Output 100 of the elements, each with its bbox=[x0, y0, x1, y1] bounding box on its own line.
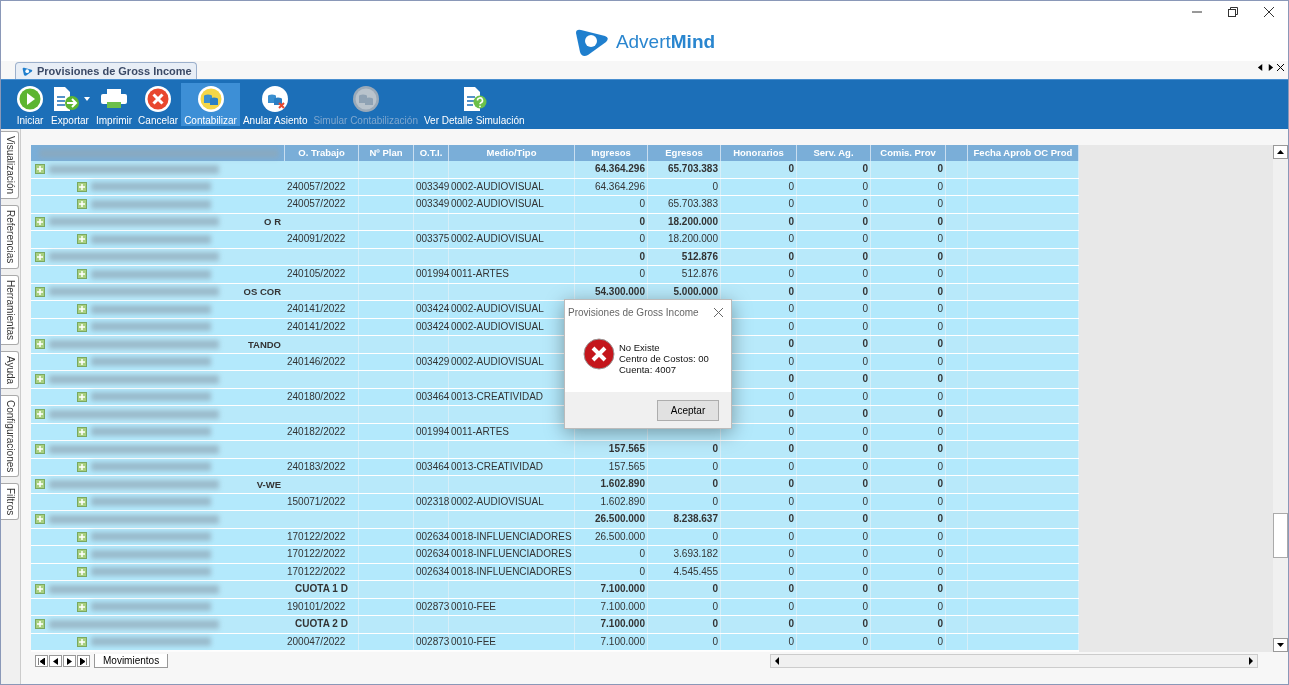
table-cell: 0011-ARTES bbox=[449, 266, 575, 283]
scroll-right-icon[interactable] bbox=[1267, 64, 1274, 71]
scrollbar-thumb[interactable] bbox=[1273, 513, 1288, 558]
expand-icon[interactable] bbox=[35, 409, 45, 420]
expand-icon[interactable] bbox=[77, 636, 87, 647]
expand-icon[interactable] bbox=[77, 531, 87, 542]
document-tab[interactable]: Provisiones de Gross Income bbox=[15, 62, 197, 79]
expand-icon[interactable] bbox=[77, 321, 87, 332]
toolbar-button[interactable]: Cancelar bbox=[135, 83, 182, 126]
table-cell: 0 bbox=[871, 406, 946, 423]
table-cell: 0 bbox=[871, 528, 946, 545]
previous-page-button[interactable] bbox=[49, 655, 62, 667]
expand-icon[interactable] bbox=[35, 286, 45, 297]
side-tab[interactable]: Filtros bbox=[1, 483, 19, 521]
accept-button[interactable]: Aceptar bbox=[657, 399, 719, 421]
expand-icon[interactable] bbox=[77, 566, 87, 577]
expand-icon[interactable] bbox=[35, 216, 45, 227]
table-cell: 0 bbox=[871, 301, 946, 318]
table-row[interactable]: V-WE 1.602.890 0 0 0 0 bbox=[31, 476, 1079, 494]
table-cell: 0 bbox=[648, 581, 721, 598]
expand-icon[interactable] bbox=[35, 164, 45, 175]
expand-icon[interactable] bbox=[35, 374, 45, 385]
table-cell: 26.500.000 bbox=[575, 528, 648, 545]
table-cell: 002873 bbox=[414, 598, 449, 615]
caret-icon[interactable] bbox=[84, 97, 90, 101]
table-cell: 170122/2022 bbox=[285, 546, 359, 563]
close-icon[interactable] bbox=[1277, 64, 1284, 71]
table-row[interactable]: CUOTA 2 D 7.100.000 0 0 0 0 bbox=[31, 616, 1079, 634]
toolbar-button[interactable]: Ver Detalle Simulación bbox=[420, 83, 528, 126]
expand-icon[interactable] bbox=[77, 304, 87, 315]
table-cell: 0 bbox=[648, 441, 721, 458]
table-cell: 0 bbox=[721, 493, 797, 510]
table-cell: 0 bbox=[797, 231, 871, 248]
table-row[interactable]: 240091/2022 003375 0002-AUDIOVISUAL 0 18.200.000 0 0 0 bbox=[31, 231, 1079, 249]
toolbar-button[interactable]: Iniciar bbox=[13, 83, 47, 126]
expand-icon[interactable] bbox=[35, 584, 45, 595]
expand-icon[interactable] bbox=[77, 356, 87, 367]
toolbar-button[interactable]: Imprimir bbox=[93, 83, 136, 126]
expand-icon[interactable] bbox=[77, 199, 87, 210]
side-tab[interactable]: Configuraciones bbox=[1, 394, 19, 478]
expand-icon[interactable] bbox=[77, 601, 87, 612]
table-cell: 0 bbox=[797, 423, 871, 440]
expand-icon[interactable] bbox=[77, 496, 87, 507]
table-cell: 0 bbox=[797, 598, 871, 615]
table-cell: 26.500.000 bbox=[575, 511, 648, 528]
table-cell: 0 bbox=[721, 511, 797, 528]
table-cell: 0 bbox=[871, 161, 946, 178]
toolbar-button[interactable]: Exportar bbox=[47, 83, 93, 126]
expand-icon[interactable] bbox=[77, 234, 87, 245]
scroll-up-icon[interactable] bbox=[1273, 145, 1288, 159]
expand-icon[interactable] bbox=[35, 514, 45, 525]
table-cell: 0 bbox=[797, 213, 871, 230]
dialog-title: Provisiones de Gross Income bbox=[568, 306, 699, 318]
next-page-button[interactable] bbox=[63, 655, 76, 667]
last-page-button[interactable] bbox=[77, 655, 90, 667]
expand-icon[interactable] bbox=[35, 251, 45, 262]
toolbar-button[interactable]: Anular Asiento bbox=[239, 83, 311, 126]
table-cell: 002318 bbox=[414, 493, 449, 510]
sheet-tab[interactable]: Movimientos bbox=[94, 654, 169, 668]
table-cell: 1.602.890 bbox=[575, 476, 648, 493]
side-tab[interactable]: Referencias bbox=[1, 205, 19, 269]
side-tab[interactable]: Visualización bbox=[1, 131, 19, 200]
table-cell: 0 bbox=[721, 458, 797, 475]
first-page-button[interactable] bbox=[35, 655, 48, 667]
table-row[interactable]: 240057/2022 003349 0002-AUDIOVISUAL 0 65.703.383 0 0 0 bbox=[31, 196, 1079, 214]
expand-icon[interactable] bbox=[77, 391, 87, 402]
table-row[interactable]: CUOTA 1 D 7.100.000 0 0 0 0 bbox=[31, 581, 1079, 599]
table-cell: 0 bbox=[871, 283, 946, 300]
table-cell: 0 bbox=[871, 598, 946, 615]
expand-icon[interactable] bbox=[77, 461, 87, 472]
table-cell: 157.565 bbox=[575, 441, 648, 458]
horizontal-scrollbar[interactable] bbox=[770, 654, 1258, 668]
side-tab[interactable]: Herramientas bbox=[1, 274, 19, 345]
table-cell: 0 bbox=[797, 546, 871, 563]
first-icon bbox=[38, 657, 45, 665]
table-cell: 0 bbox=[797, 406, 871, 423]
table-row[interactable]: 64.364.296 65.703.383 0 0 0 bbox=[31, 161, 1079, 179]
table-cell: 0 bbox=[797, 511, 871, 528]
scroll-left-icon[interactable] bbox=[1257, 64, 1264, 71]
table-cell: 0002-AUDIOVISUAL bbox=[449, 231, 575, 248]
scroll-down-icon[interactable] bbox=[1273, 638, 1288, 652]
table-cell: 0 bbox=[721, 178, 797, 195]
expand-icon[interactable] bbox=[77, 181, 87, 192]
table-row[interactable]: 26.500.000 8.238.637 0 0 0 bbox=[31, 511, 1079, 529]
table-row[interactable]: 240105/2022 001994 0011-ARTES 0 512.876 0 0 0 bbox=[31, 266, 1079, 284]
expand-icon[interactable] bbox=[35, 479, 45, 490]
logo-icon bbox=[22, 65, 33, 77]
expand-icon[interactable] bbox=[35, 619, 45, 630]
table-cell: 0 bbox=[575, 213, 648, 230]
logo-icon bbox=[573, 27, 610, 57]
side-tab[interactable]: Ayuda bbox=[1, 350, 19, 389]
expand-icon[interactable] bbox=[77, 426, 87, 437]
expand-icon[interactable] bbox=[35, 339, 45, 350]
expand-icon[interactable] bbox=[77, 549, 87, 560]
table-row[interactable]: 170122/2022 002634 0018-INFLUENCIADORES 0 3.693.182 0 0 0 bbox=[31, 546, 1079, 564]
restore-icon[interactable] bbox=[1228, 7, 1238, 17]
expand-icon[interactable] bbox=[77, 269, 87, 280]
expand-icon[interactable] bbox=[35, 444, 45, 455]
close-icon[interactable] bbox=[1264, 7, 1274, 17]
table-row[interactable]: 157.565 0 0 0 0 bbox=[31, 441, 1079, 459]
